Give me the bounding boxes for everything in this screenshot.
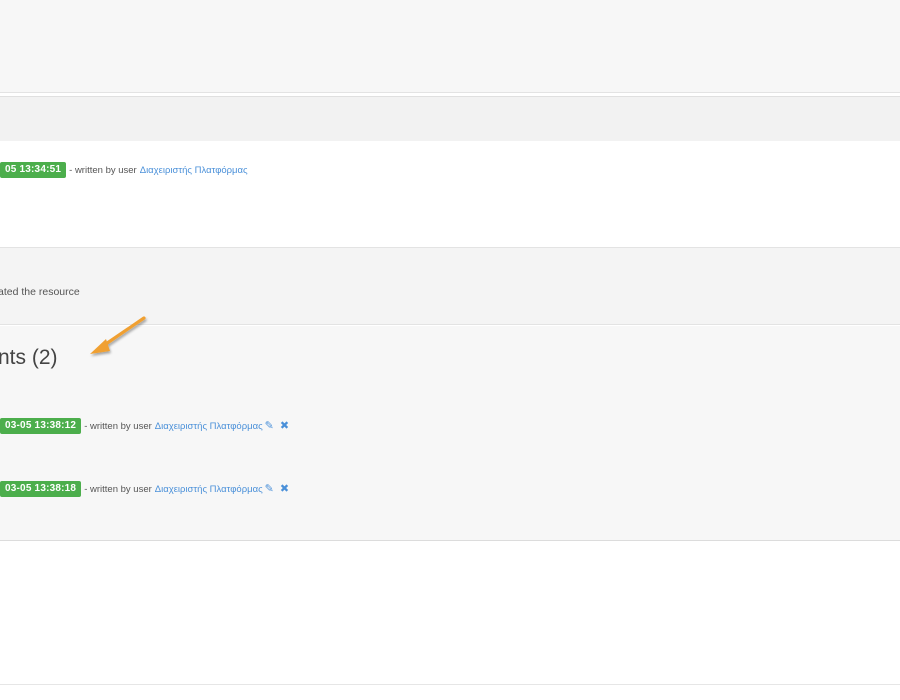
delete-icon[interactable]: ✖ (280, 483, 289, 495)
delete-icon[interactable]: ✖ (280, 420, 289, 432)
comment-timestamp-badge: 03-05 13:38:18 (0, 481, 82, 497)
comment-row: 03-05 13:38:18 - written by user Διαχειρ… (0, 479, 289, 499)
version-timestamp-badge: 05 13:34:51 (0, 162, 67, 178)
comment-written-by: - written by user (84, 420, 152, 432)
comment-timestamp-badge: 03-05 13:38:12 (0, 418, 82, 434)
comment-user-link[interactable]: Διαχειριστής Πλατφόρμας (155, 484, 263, 495)
comments-heading: nts (2) (0, 346, 58, 369)
version-written-by: - written by user (69, 164, 137, 176)
version-section (0, 141, 900, 248)
top-panel: i (0, 0, 900, 93)
version-row: 05 13:34:51 - written by user Διαχειριστ… (0, 160, 248, 180)
section-header-band (0, 96, 900, 142)
page: i 05 13:34:51 - written by user Διαχειρι… (0, 0, 900, 700)
edit-icon[interactable]: ✎ (265, 483, 274, 495)
bottom-divider (0, 684, 900, 685)
comment-user-link[interactable]: Διαχειριστής Πλατφόρμας (155, 421, 263, 432)
edit-icon[interactable]: ✎ (265, 420, 274, 432)
comment-written-by: - written by user (84, 483, 152, 495)
top-glyph: i (0, 2, 1, 16)
version-user-link[interactable]: Διαχειριστής Πλατφόρμας (140, 165, 248, 176)
activity-created-text: ated the resource (0, 286, 80, 298)
orange-arrow-annotation (90, 316, 146, 354)
comment-row: 03-05 13:38:12 - written by user Διαχειρ… (0, 416, 289, 436)
